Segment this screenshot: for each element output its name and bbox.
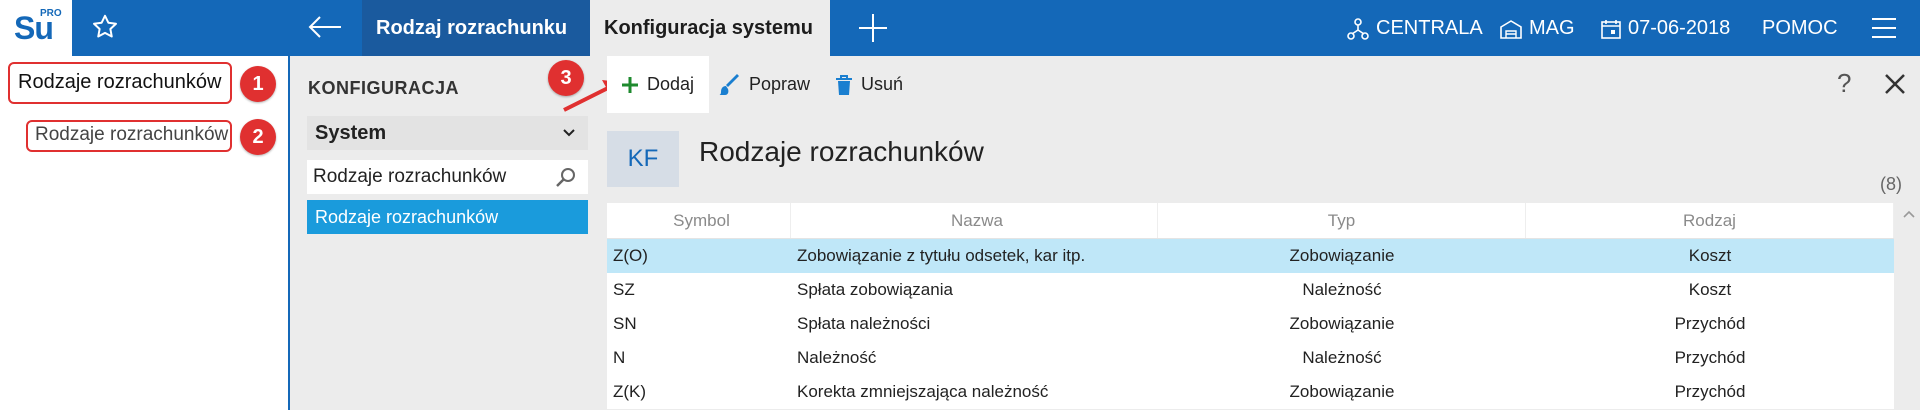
- top-bar: Su PRO Rodzaj rozrachunku Konfiguracja s…: [0, 0, 1920, 56]
- star-icon[interactable]: [90, 12, 120, 42]
- add-label: Dodaj: [647, 74, 695, 94]
- cell-rodzaj: Koszt: [1688, 280, 1732, 299]
- main-panel: Dodaj Popraw Usuń ? KF Rodzaje rozrachun…: [607, 56, 1920, 410]
- page-title: Rodzaje rozrachunków: [699, 136, 984, 167]
- calendar-icon: [1601, 19, 1621, 39]
- table-row[interactable]: SZ Spłata zobowiązania Należność Koszt: [607, 273, 1894, 307]
- mag-label: MAG: [1529, 17, 1575, 39]
- nav-search-input[interactable]: Rodzaje rozrachunków: [307, 160, 588, 194]
- warehouse-icon: [1500, 19, 1522, 39]
- system-select-value: System: [315, 122, 387, 144]
- plus-icon: [622, 77, 638, 94]
- trash-icon: [836, 75, 852, 96]
- delete-label: Usuń: [861, 74, 904, 94]
- column-header-symbol[interactable]: Symbol: [607, 203, 791, 238]
- module-badge: KF: [607, 131, 679, 187]
- edit-button[interactable]: Popraw: [719, 56, 810, 113]
- add-tab-icon[interactable]: [855, 10, 891, 46]
- table-row[interactable]: N Należność Należność Przychód: [607, 341, 1894, 375]
- cell-nazwa: Należność: [797, 348, 877, 367]
- date-label: 07-06-2018: [1628, 17, 1731, 39]
- table-header: Symbol Nazwa Typ Rodzaj: [607, 203, 1894, 239]
- system-select[interactable]: System: [307, 116, 588, 150]
- config-nav-panel: KONFIGURACJA System Rodzaje rozrachunków…: [292, 56, 602, 410]
- nav-item-rodzaje-rozrachunkow[interactable]: Rodzaje rozrachunków: [307, 200, 588, 234]
- search-icon[interactable]: [554, 166, 578, 190]
- tab-konfiguracja-systemu[interactable]: Konfiguracja systemu: [590, 0, 830, 56]
- arrow-left-icon[interactable]: [305, 12, 345, 42]
- add-button[interactable]: Dodaj: [607, 56, 709, 113]
- cell-typ: Zobowiązanie: [1289, 246, 1395, 265]
- record-count: (8): [1880, 174, 1902, 194]
- annotation-badge-2: 2: [240, 119, 276, 155]
- data-table: Symbol Nazwa Typ Rodzaj Z(O) Zobowiązani…: [607, 203, 1894, 409]
- cell-symbol: SZ: [613, 280, 635, 299]
- tab-rodzaj-rozrachunku[interactable]: Rodzaj rozrachunku: [362, 0, 590, 56]
- cell-symbol: Z(K): [613, 382, 647, 401]
- scroll-up-icon[interactable]: [1901, 206, 1917, 222]
- delete-button[interactable]: Usuń: [835, 56, 903, 113]
- table-row[interactable]: SN Spłata należności Zobowiązanie Przych…: [607, 307, 1894, 341]
- search-sidebar: Rodzaje rozrachunków 1 Rodzaje rozrachun…: [0, 56, 290, 410]
- cell-rodzaj: Przychód: [1674, 382, 1746, 401]
- annotation-box-1: [8, 62, 232, 104]
- cell-typ: Należność: [1302, 348, 1382, 367]
- centrala-button[interactable]: CENTRALA: [1346, 0, 1483, 56]
- cell-rodzaj: Koszt: [1688, 246, 1732, 265]
- app-logo[interactable]: Su PRO: [0, 0, 72, 56]
- mag-button[interactable]: MAG: [1499, 0, 1575, 56]
- help-link[interactable]: POMOC: [1762, 0, 1838, 56]
- cell-typ: Zobowiązanie: [1289, 382, 1395, 401]
- cell-typ: Zobowiązanie: [1289, 314, 1395, 333]
- cell-typ: Należność: [1302, 280, 1382, 299]
- annotation-box-2: [26, 120, 232, 152]
- column-header-rodzaj[interactable]: Rodzaj: [1526, 203, 1894, 238]
- cell-symbol: Z(O): [613, 246, 648, 265]
- edit-label: Popraw: [749, 74, 811, 94]
- nav-search-value: Rodzaje rozrachunków: [313, 166, 507, 187]
- cell-nazwa: Korekta zmniejszająca należność: [797, 382, 1049, 401]
- table-row[interactable]: Z(O) Zobowiązanie z tytułu odsetek, kar …: [607, 239, 1894, 273]
- hamburger-menu-icon[interactable]: [1870, 16, 1898, 40]
- logo-pro: PRO: [40, 8, 62, 19]
- cell-rodzaj: Przychód: [1674, 348, 1746, 367]
- cell-rodzaj: Przychód: [1674, 314, 1746, 333]
- column-header-nazwa[interactable]: Nazwa: [791, 203, 1158, 238]
- table-row[interactable]: Z(K) Korekta zmniejszająca należność Zob…: [607, 375, 1894, 409]
- cell-symbol: SN: [613, 314, 637, 333]
- close-icon[interactable]: [1883, 72, 1907, 96]
- network-icon: [1347, 17, 1369, 40]
- cell-nazwa: Spłata należności: [797, 314, 931, 333]
- nav-title: KONFIGURACJA: [308, 78, 460, 98]
- column-header-typ[interactable]: Typ: [1158, 203, 1526, 238]
- centrala-label: CENTRALA: [1376, 17, 1483, 39]
- chevron-down-icon: [563, 129, 575, 137]
- help-button[interactable]: ?: [1837, 68, 1851, 99]
- cell-nazwa: Spłata zobowiązania: [797, 280, 953, 299]
- clear-search-icon[interactable]: [262, 78, 276, 92]
- brush-icon: [719, 74, 739, 96]
- cell-nazwa: Zobowiązanie z tytułu odsetek, kar itp.: [797, 246, 1086, 265]
- cell-symbol: N: [613, 348, 626, 367]
- date-button[interactable]: 07-06-2018: [1600, 0, 1730, 56]
